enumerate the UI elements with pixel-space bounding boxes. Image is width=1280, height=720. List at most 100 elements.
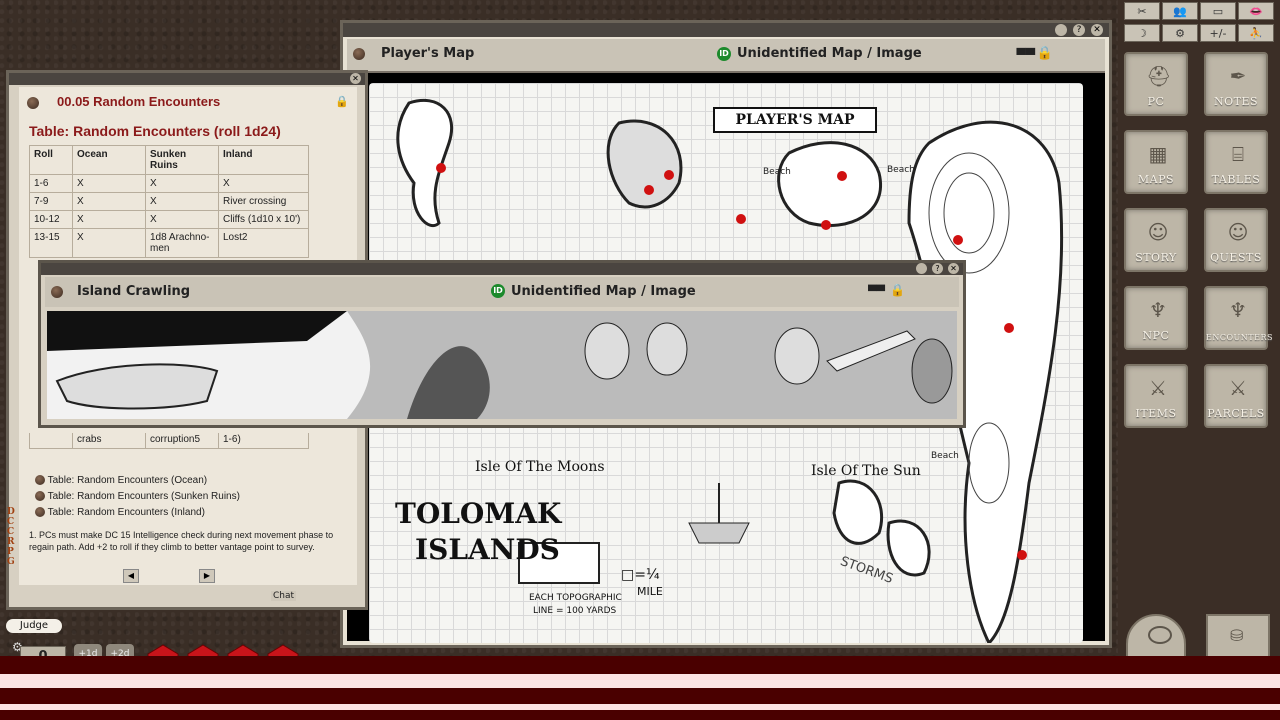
table-cell: Pool of corruption5	[145, 433, 219, 449]
toolbar-button[interactable]: 👥	[1162, 2, 1198, 20]
sidebar-library-button[interactable]: ⛁	[1206, 614, 1270, 660]
sidebar-button-story[interactable]: ☺ STORY	[1124, 208, 1188, 272]
help-icon[interactable]: ?	[1073, 24, 1085, 36]
toolbar-button[interactable]: ☽	[1124, 24, 1160, 42]
encounters-titlebar[interactable]: ✕	[9, 73, 365, 85]
map-label-isle-moons: Isle Of The Moons	[475, 459, 605, 475]
sidebar-button-maps[interactable]: ▦ MAPS	[1124, 130, 1188, 194]
link-sunken-ruins-table[interactable]: Table: Random Encounters (Sunken Ruins)	[35, 491, 240, 507]
table-cell: X	[145, 174, 219, 193]
encounters-table: Roll Ocean Sunken Ruins Inland 1-6 X X X 7-9 X X R…	[29, 145, 309, 258]
expand-icon[interactable]	[1055, 24, 1067, 36]
table-cell: X	[145, 192, 219, 211]
toolbar-button[interactable]: +/-	[1200, 24, 1236, 42]
sidebar-button-label: NOTES	[1213, 95, 1259, 108]
table-cell: X	[145, 210, 219, 229]
island-titlebar[interactable]: ? ✕	[41, 263, 963, 275]
identified-status-icon[interactable]: ID	[491, 284, 505, 298]
map-label-topo: EACH TOPOGRAPHIC	[529, 593, 622, 603]
map-label-isle-sun: Isle Of The Sun	[811, 463, 921, 479]
sidebar-button-label: PARCELS	[1207, 407, 1265, 420]
link-label: Table: Random Encounters (Ocean)	[47, 475, 208, 486]
map-label-mile: MILE	[637, 585, 663, 598]
sidebar-button-label: TABLES	[1211, 173, 1261, 186]
sidebar-button-notes[interactable]: ✒ NOTES	[1204, 52, 1268, 116]
expand-icon[interactable]	[916, 263, 927, 274]
sharing-icon[interactable]: ▀▀	[868, 285, 885, 298]
link-inland-table[interactable]: Table: Random Encounters (Inland)	[35, 507, 240, 523]
toolbar-button[interactable]: ⚙	[1162, 24, 1198, 42]
table-row: 24 1d8 Thorn crabs Pool of corruption5 G…	[29, 433, 309, 449]
table-row: 13-15 X 1d8 Arachno-men Lost2	[29, 228, 309, 258]
link-label: Table: Random Encounters (Inland)	[47, 507, 205, 518]
toolbar-button[interactable]: 👄	[1238, 2, 1274, 20]
masks-icon: ☺	[1227, 220, 1249, 244]
chat-label[interactable]: Chat	[271, 591, 297, 601]
table-cell: 1d8 Thorn crabs	[72, 433, 146, 449]
sharing-icon[interactable]: ▀▀	[1017, 48, 1035, 62]
sidebar-button-parcels[interactable]: ⚔ PARCELS	[1204, 364, 1268, 428]
island-illustration[interactable]	[47, 311, 957, 419]
island-crawling-window[interactable]: ? ✕ Island Crawling ID Unidentified Map …	[38, 260, 966, 428]
window-bullet-icon[interactable]	[51, 286, 63, 298]
encounters-table-partial: 24 1d8 Thorn crabs Pool of corruption5 G…	[29, 433, 311, 463]
link-ocean-table[interactable]: Table: Random Encounters (Ocean)	[35, 475, 240, 491]
map-label-islands: ISLANDS	[415, 533, 560, 566]
sidebar-button-label: QUESTS	[1210, 251, 1262, 264]
table-cell: X	[218, 174, 309, 193]
sidebar-button-label: ITEMS	[1135, 407, 1177, 420]
toolbar-button[interactable]: ⛹	[1238, 24, 1274, 42]
link-bullet-icon	[35, 475, 45, 486]
map-label-beach: Beach	[763, 167, 791, 177]
table-links: Table: Random Encounters (Ocean) Table: …	[35, 475, 240, 523]
link-label: Table: Random Encounters (Sunken Ruins)	[47, 491, 240, 502]
link-bullet-icon	[35, 491, 45, 502]
window-bullet-icon[interactable]	[353, 48, 365, 60]
sidebar-round-button[interactable]	[1126, 614, 1186, 660]
identified-status-icon[interactable]: ID	[717, 47, 731, 61]
toolbar-button[interactable]: ✂	[1124, 2, 1160, 20]
map-id-status: Unidentified Map / Image	[737, 46, 922, 61]
next-page-button[interactable]: ▶	[199, 569, 215, 583]
lock-icon[interactable]: 🔒	[335, 95, 349, 108]
help-icon[interactable]: ?	[932, 263, 943, 274]
map-label-tolomak: TOLOMAK	[395, 497, 562, 530]
sidebar-button-label: NPC	[1142, 329, 1170, 342]
prev-page-button[interactable]: ◀	[123, 569, 139, 583]
sidebar-button-pc[interactable]: ⛑ PC	[1124, 52, 1188, 116]
toolbar-button[interactable]: ▭	[1200, 2, 1236, 20]
table-header-cell: Ocean	[72, 145, 146, 175]
lock-icon[interactable]: 🔒	[1037, 46, 1053, 61]
sidebar-button-label: STORY	[1135, 251, 1177, 264]
identity-badge[interactable]: Judge	[6, 619, 62, 633]
table-heading: Table: Random Encounters (roll 1d24)	[29, 123, 281, 139]
table-row: 7-9 X X River crossing	[29, 192, 309, 211]
map-label-scale: □=¼	[621, 567, 660, 583]
close-icon[interactable]: ✕	[1091, 24, 1103, 36]
map-label-beach: Beach	[931, 451, 959, 461]
table-header-cell: Inland	[218, 145, 309, 175]
sidebar-button-npc[interactable]: ♆ NPC	[1124, 286, 1188, 350]
map-window-header: Player's Map ID Unidentified Map / Image…	[347, 39, 1105, 73]
table-cell: 10-12	[29, 210, 73, 229]
table-row: 10-12 X X Cliffs (1d10 x 10')	[29, 210, 309, 229]
helmet-icon: ⛑	[1146, 64, 1172, 88]
encounters-window-title: 00.05 Random Encounters	[57, 94, 221, 109]
island-window-title: Island Crawling	[77, 284, 191, 299]
bottom-banner	[0, 656, 1280, 674]
window-bullet-icon[interactable]	[27, 97, 39, 109]
close-icon[interactable]: ✕	[350, 73, 361, 84]
lock-icon[interactable]: 🔒	[890, 283, 905, 297]
sidebar-button-quests[interactable]: ☺ QUESTS	[1204, 208, 1268, 272]
sidebar-button-encounters[interactable]: ♆ ENCOUNTERS	[1204, 286, 1272, 350]
table-row: 1-6 X X X	[29, 174, 309, 193]
map-label-beach: Beach	[887, 165, 915, 175]
close-icon[interactable]: ✕	[948, 263, 959, 274]
bottom-banner-dark-2	[0, 710, 1280, 720]
sidebar-button-tables[interactable]: ⌸ TABLES	[1204, 130, 1268, 194]
island-header: Island Crawling ID Unidentified Map / Im…	[45, 277, 959, 307]
sidebar-button-items[interactable]: ⚔ ITEMS	[1124, 364, 1188, 428]
map-window-titlebar[interactable]: ? ✕	[343, 23, 1109, 37]
right-sidebar: ✂ 👥 ▭ 👄 ☽ ⚙ +/- ⛹ ⛑ PC ✒ NOTES ▦ MAPS ⌸ TABLES ☺ STORY ☺ Q…	[1118, 0, 1280, 660]
table-cell: River crossing	[218, 192, 309, 211]
